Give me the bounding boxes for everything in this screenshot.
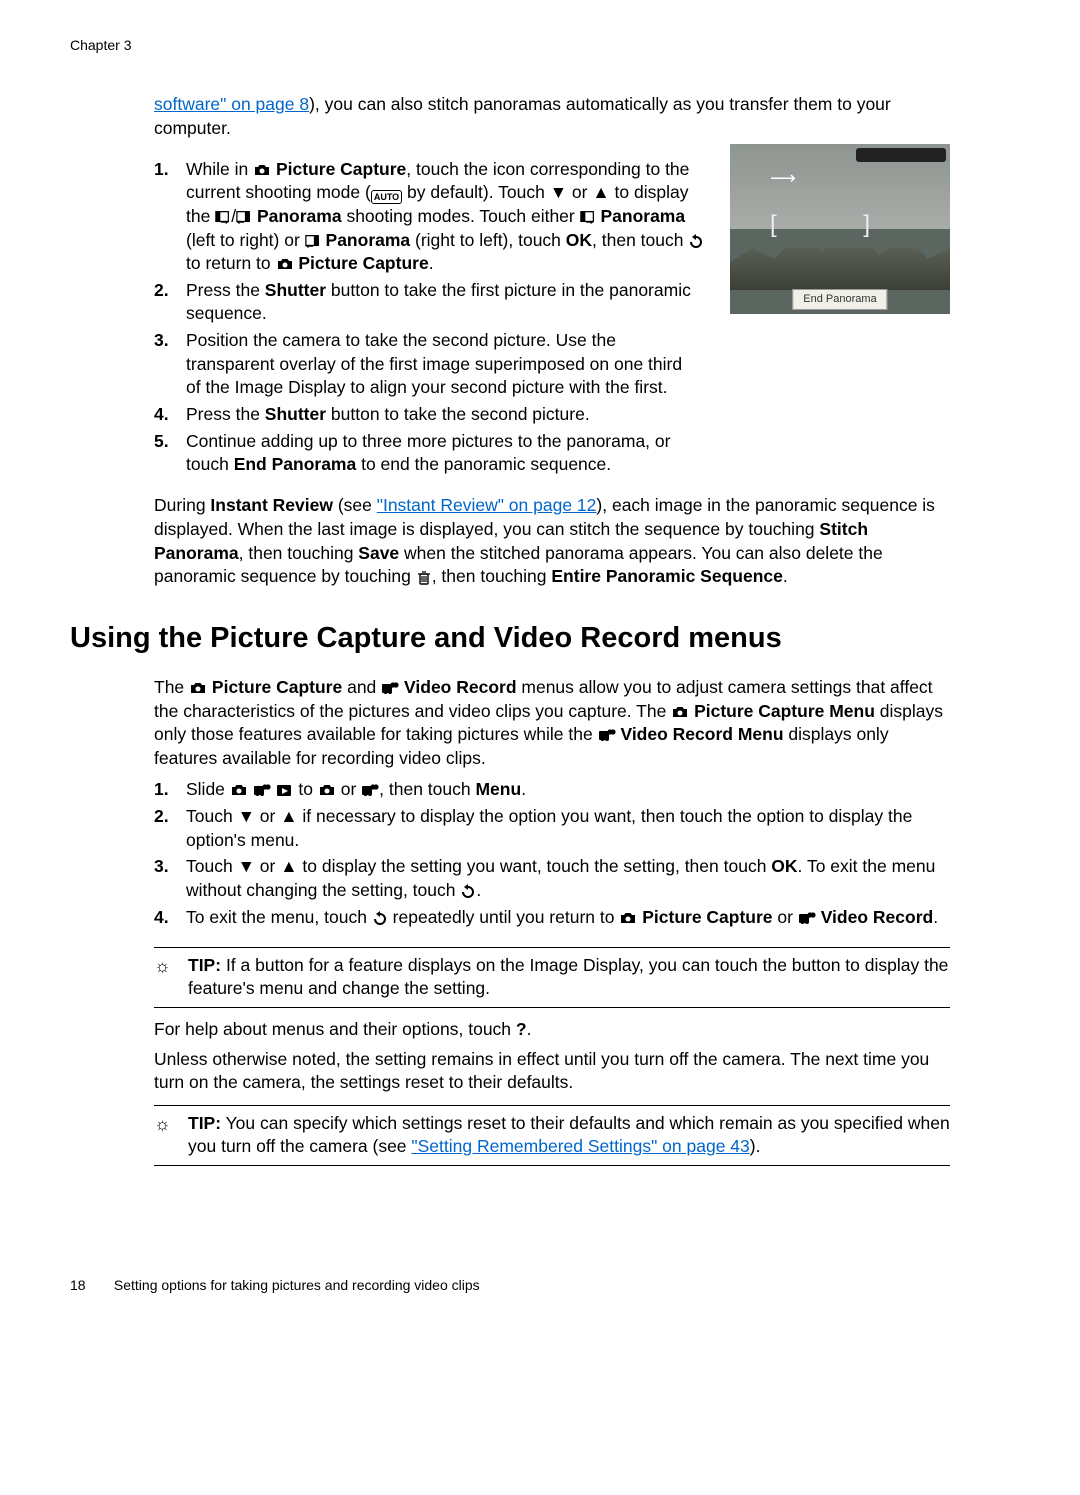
list-item: To exit the menu, touch repeatedly until… [154,906,950,930]
down-icon: ▼ [238,856,255,876]
panorama-left-icon [305,233,321,249]
camera-icon [318,782,336,798]
software-link[interactable]: software" on page 8 [154,94,309,114]
video-icon [253,782,271,798]
back-icon [688,233,704,249]
list-item: Slide to or , then touch Menu. [154,778,950,802]
menu-steps: Slide to or , then touch Menu. Touch ▼ o… [154,778,950,929]
up-icon: ▲ [280,856,297,876]
chapter-header: Chapter 3 [70,36,1010,55]
page-number: 18 [70,1276,110,1295]
reset-line: Unless otherwise noted, the setting rema… [154,1048,950,1095]
section-heading: Using the Picture Capture and Video Reco… [70,619,1010,658]
tip-icon: ☼ [154,954,171,978]
panorama-right-icon [580,209,596,225]
trash-icon [416,569,432,585]
menus-paragraph: The Picture Capture and Video Record men… [154,676,950,771]
list-item: While in Picture Capture, touch the icon… [154,158,950,276]
camera-icon [276,256,294,272]
back-icon [460,883,476,899]
tip-box-2: ☼ TIP: You can specify which settings re… [154,1105,950,1166]
down-icon: ▼ [238,806,255,826]
list-item: Touch ▼ or ▲ to display the setting you … [154,855,950,902]
camera-icon [671,704,689,720]
down-icon: ▼ [550,182,567,202]
tip-box-1: ☼ TIP: If a button for a feature display… [154,947,950,1008]
remembered-settings-link[interactable]: "Setting Remembered Settings" on page 43 [411,1136,749,1156]
help-line: For help about menus and their options, … [154,1018,950,1042]
panorama-left-icon [236,209,252,225]
video-icon [598,727,616,743]
panorama-steps: While in Picture Capture, touch the icon… [154,158,950,477]
camera-icon [619,910,637,926]
up-icon: ▲ [280,806,297,826]
help-icon: ? [516,1019,527,1039]
camera-icon [189,680,207,696]
camera-icon [230,782,248,798]
video-icon [381,680,399,696]
panorama-right-icon [215,209,231,225]
footer-title: Setting options for taking pictures and … [114,1277,480,1293]
instant-review-paragraph: During Instant Review (see "Instant Revi… [154,494,950,589]
list-item: Continue adding up to three more picture… [154,430,950,477]
intro-paragraph: software" on page 8), you can also stitc… [154,93,950,140]
list-item: Position the camera to take the second p… [154,329,950,400]
tip-icon: ☼ [154,1112,171,1136]
up-icon: ▲ [592,182,609,202]
video-icon [798,910,816,926]
auto-icon: AUTO [371,190,402,204]
list-item: Touch ▼ or ▲ if necessary to display the… [154,805,950,852]
back-icon [372,910,388,926]
list-item: Press the Shutter button to take the fir… [154,279,950,326]
camera-icon [253,162,271,178]
list-item: Press the Shutter button to take the sec… [154,403,950,427]
playback-icon [276,782,294,798]
page-footer: 18 Setting options for taking pictures a… [70,1276,1010,1295]
instant-review-link[interactable]: "Instant Review" on page 12 [377,495,597,515]
video-icon [361,782,379,798]
